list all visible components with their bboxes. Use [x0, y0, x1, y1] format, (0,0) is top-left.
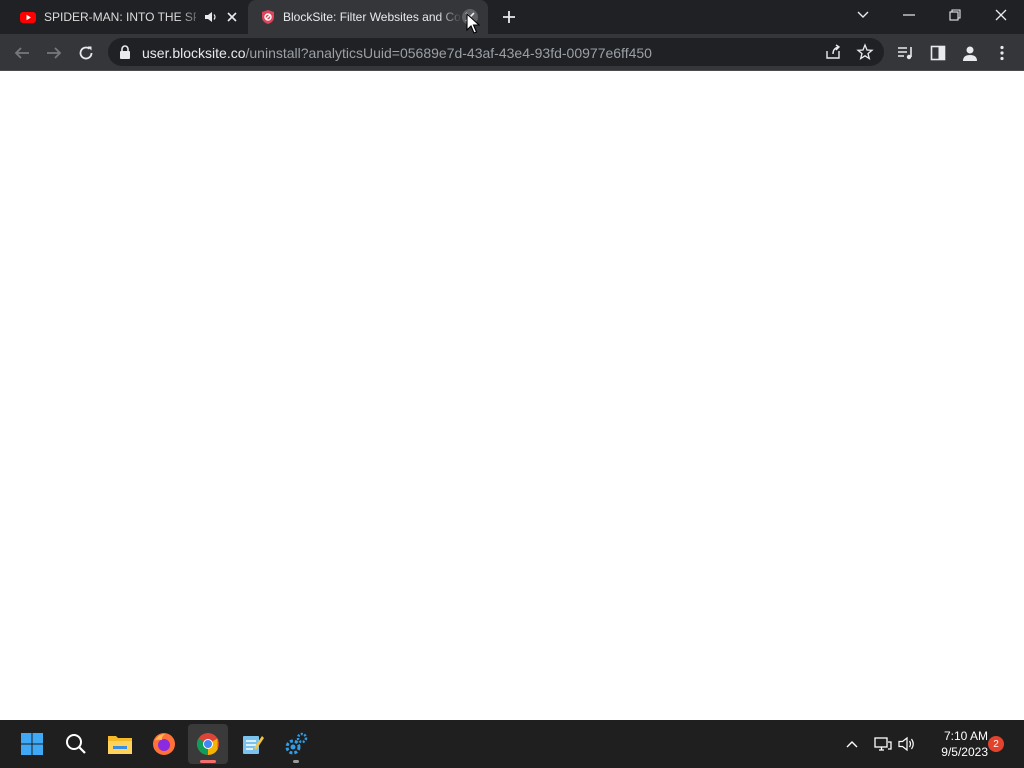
page-content [0, 71, 1024, 720]
close-tab-icon[interactable] [224, 9, 240, 25]
mouse-cursor-icon [466, 12, 481, 35]
minimize-icon[interactable] [886, 0, 932, 30]
lock-icon[interactable] [119, 45, 131, 59]
close-window-icon[interactable] [978, 0, 1024, 30]
clock-date: 9/5/2023 [941, 745, 988, 759]
url-path: /uninstall?analyticsUuid=05689e7d-43af-4… [245, 45, 652, 61]
notepad-icon[interactable] [232, 724, 272, 764]
new-tab-plus-icon[interactable] [499, 7, 519, 27]
media-control-icon[interactable] [893, 40, 919, 66]
tab-strip: SPIDER-MAN: INTO THE SPIDER-VERSE BlockS… [0, 0, 1024, 34]
forward-arrow-icon[interactable] [41, 40, 67, 66]
url-text: user.blocksite.co/uninstall?analyticsUui… [142, 45, 652, 61]
show-hidden-icons-chevron-icon[interactable] [840, 732, 864, 756]
clock-time: 7:10 AM [943, 729, 988, 743]
bookmark-star-icon[interactable] [856, 43, 874, 61]
windows-start-icon[interactable] [12, 724, 52, 764]
back-arrow-icon[interactable] [9, 40, 35, 66]
windows-taskbar: 7:10 AM 9/5/2023 [0, 720, 1024, 768]
firefox-icon[interactable] [144, 724, 184, 764]
search-icon[interactable] [56, 724, 96, 764]
notification-count-badge[interactable]: 2 [988, 736, 1004, 752]
speaker-icon[interactable] [204, 10, 218, 24]
side-panel-icon[interactable] [925, 40, 951, 66]
url-host: user.blocksite.co [142, 45, 246, 61]
tab-blocksite[interactable]: BlockSite: Filter Websites and Control [248, 0, 488, 34]
browser-toolbar: user.blocksite.co/uninstall?analyticsUui… [0, 34, 1024, 71]
restore-icon[interactable] [932, 0, 978, 30]
profile-avatar-icon[interactable] [957, 40, 983, 66]
network-icon[interactable] [871, 732, 895, 756]
volume-icon[interactable] [895, 732, 919, 756]
chrome-icon[interactable] [188, 724, 228, 764]
system-clock[interactable]: 7:10 AM 9/5/2023 [924, 728, 988, 760]
youtube-icon [20, 9, 36, 25]
tab-title: BlockSite: Filter Websites and Control [283, 10, 461, 24]
menu-kebab-icon[interactable] [989, 40, 1015, 66]
reload-icon[interactable] [73, 40, 99, 66]
file-explorer-icon[interactable] [100, 724, 140, 764]
tab-youtube[interactable]: SPIDER-MAN: INTO THE SPIDER-VERSE [8, 0, 248, 34]
settings-gear-icon[interactable] [276, 724, 316, 764]
address-bar[interactable]: user.blocksite.co/uninstall?analyticsUui… [108, 38, 884, 66]
share-icon[interactable] [824, 43, 842, 61]
tab-title: SPIDER-MAN: INTO THE SPIDER-VERSE [44, 10, 196, 24]
tab-search-chevron-icon[interactable] [840, 0, 886, 30]
blocksite-shield-icon [260, 9, 276, 25]
